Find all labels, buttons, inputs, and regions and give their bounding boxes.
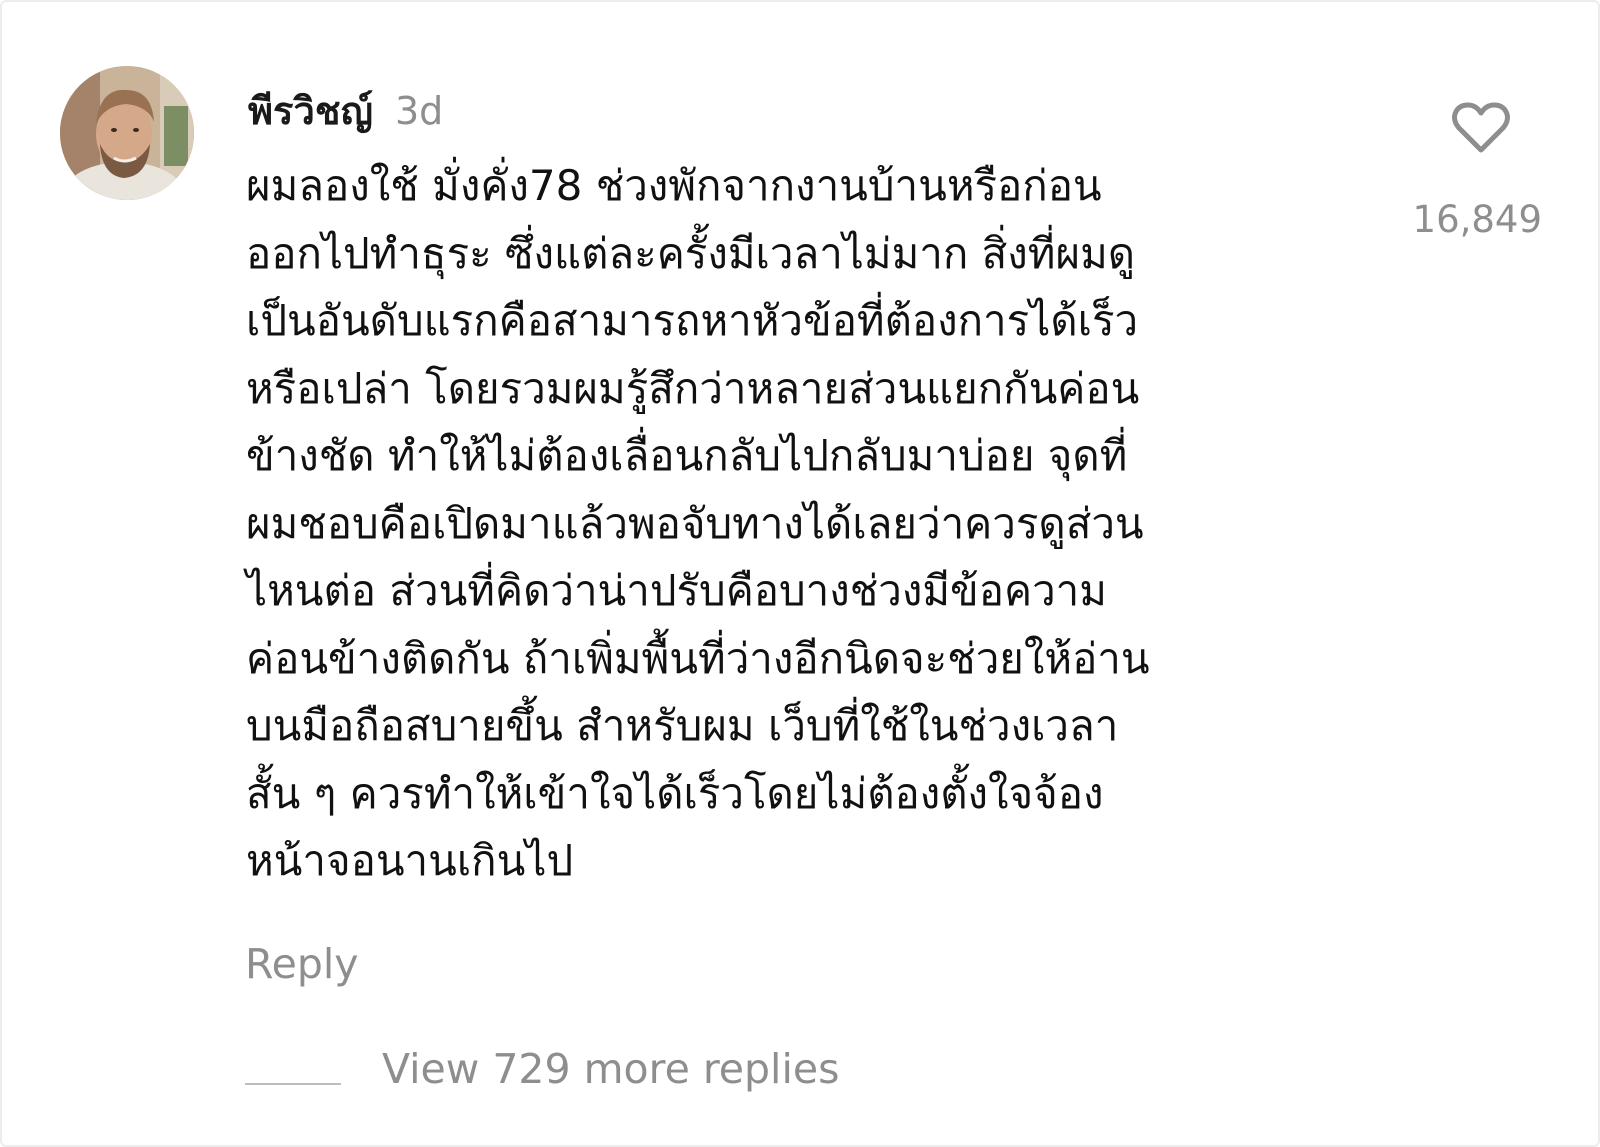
comment-card: พีรวิชญ์ 3d ผมลองใช้ มั่งคั่ง78 ช่วงพักจ… bbox=[0, 0, 1600, 1147]
comment-age: 3d bbox=[394, 89, 444, 133]
comment-line: ผมลองใช้ มั่งคั่ง78 ช่วงพักจากงานบ้านหรื… bbox=[246, 161, 1102, 210]
comment-line: ค่อนข้างติดกัน ถ้าเพิ่มพื้นที่ว่างอีกนิด… bbox=[246, 633, 1150, 683]
comment-line: หรือเปล่า โดยรวมผมรู้สึกว่าหลายส่วนแยกกั… bbox=[246, 363, 1140, 413]
comment-line: ข้างชัด ทำให้ไม่ต้องเลื่อนกลับไปกลับมาบ่… bbox=[246, 431, 1128, 480]
comment-line: ผมชอบคือเปิดมาแล้วพอจับทางได้เลยว่าควรดู… bbox=[246, 498, 1144, 548]
avatar-photo bbox=[60, 66, 194, 200]
comment-line: หน้าจอนานเกินไป bbox=[246, 836, 574, 885]
comment-line: สั้น ๆ ควรทำให้เข้าใจได้เร็วโดยไม่ต้องตั… bbox=[246, 768, 1104, 818]
heart-outline-icon bbox=[1452, 102, 1510, 153]
view-replies-button[interactable]: View 729 more replies bbox=[382, 1045, 839, 1093]
comment-line: บนมือถือสบายขึ้น สำหรับผม เว็บที่ใช้ในช่… bbox=[246, 701, 1119, 750]
comment-line: เป็นอันดับแรกคือสามารถหาหัวข้อที่ต้องการ… bbox=[246, 296, 1139, 345]
author-name[interactable]: พีรวิชญ์ bbox=[248, 80, 373, 141]
avatar[interactable] bbox=[60, 66, 194, 200]
replies-divider bbox=[245, 1083, 341, 1085]
comment-line: ไหนต่อ ส่วนที่คิดว่าน่าปรับคือบางช่วงมีข… bbox=[246, 566, 1107, 615]
like-count: 16,849 bbox=[1412, 198, 1542, 241]
comment-line: ออกไปทำธุระ ซึ่งแต่ละครั้งมีเวลาไม่มาก ส… bbox=[246, 228, 1136, 278]
comment-body: ผมลองใช้ มั่งคั่ง78 ช่วงพักจากงานบ้านหรื… bbox=[246, 152, 1336, 895]
like-button[interactable] bbox=[1451, 101, 1511, 155]
comment-header: พีรวิชญ์ 3d bbox=[248, 80, 444, 133]
reply-button[interactable]: Reply bbox=[245, 940, 359, 988]
